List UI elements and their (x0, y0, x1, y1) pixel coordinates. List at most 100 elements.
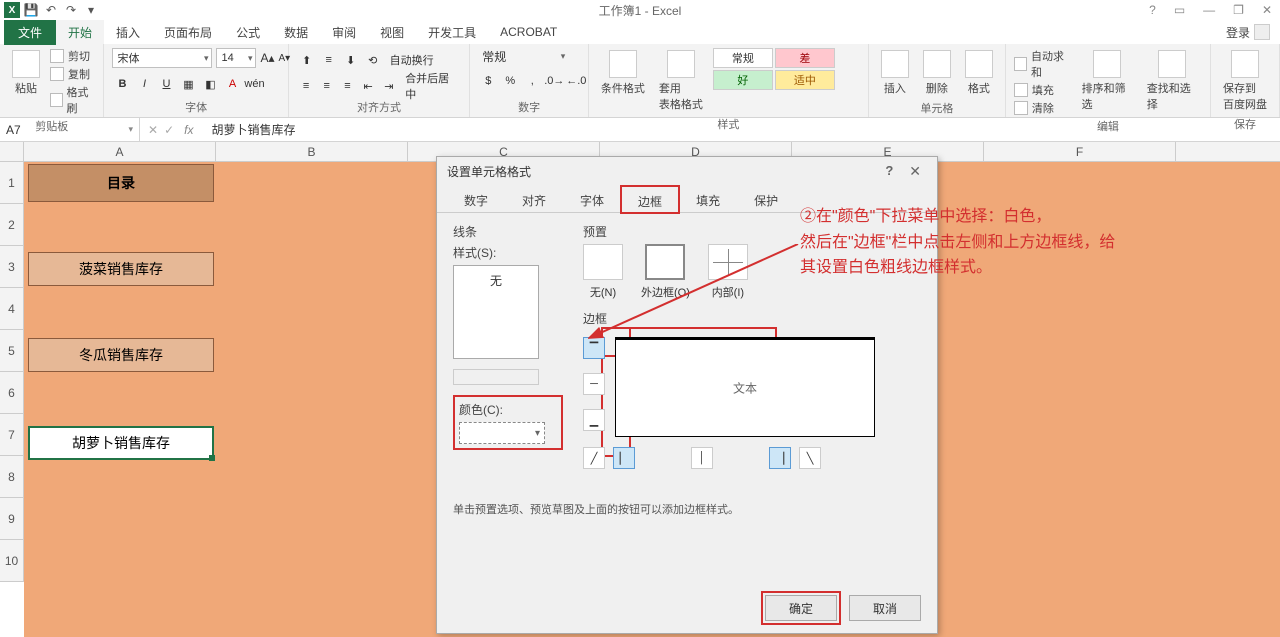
col-header-B[interactable]: B (216, 142, 408, 161)
indent-dec-icon[interactable]: ⇤ (359, 76, 378, 96)
align-right-icon[interactable]: ≡ (338, 76, 357, 96)
delete-cells-button[interactable]: 删除 (919, 48, 955, 98)
enter-formula-icon[interactable]: ✓ (164, 123, 174, 137)
login-link[interactable]: 登录 (1226, 24, 1270, 41)
row-header-2[interactable]: 2 (0, 204, 24, 246)
line-style-listbox[interactable]: 无 (453, 265, 539, 359)
bold-button[interactable]: B (112, 74, 132, 94)
wrap-text-button[interactable]: 自动换行 (385, 50, 439, 70)
underline-button[interactable]: U (156, 74, 176, 94)
number-format-combo[interactable]: 常规 (478, 48, 568, 65)
ok-button[interactable]: 确定 (765, 595, 837, 621)
orientation-icon[interactable]: ⟲ (363, 50, 383, 70)
dialog-help-icon[interactable]: ? (885, 163, 893, 180)
dlg-tab-font[interactable]: 字体 (563, 185, 621, 212)
indent-inc-icon[interactable]: ⇥ (379, 76, 398, 96)
font-color-button[interactable]: A (222, 74, 242, 94)
dec-decimal-icon[interactable]: ←.0 (566, 71, 586, 91)
conditional-format-button[interactable]: 条件格式 (597, 48, 649, 98)
comma-icon[interactable]: , (522, 71, 542, 91)
format-painter-button[interactable]: 格式刷 (50, 84, 95, 116)
cell-A3[interactable]: 菠菜销售库存 (28, 252, 214, 286)
dlg-tab-protection[interactable]: 保护 (737, 185, 795, 212)
cell-style-neutral[interactable]: 适中 (775, 70, 835, 90)
formula-input[interactable]: 胡萝卜销售库存 (205, 121, 1280, 138)
tab-insert[interactable]: 插入 (104, 20, 152, 45)
preset-none-button[interactable]: 无(N) (583, 244, 623, 300)
border-color-combo[interactable] (459, 422, 545, 444)
dialog-close-icon[interactable]: ✕ (903, 163, 927, 180)
ribbon-options-icon[interactable]: ▭ (1170, 3, 1189, 17)
row-header-10[interactable]: 10 (0, 540, 24, 582)
border-right-button[interactable]: ▕ (769, 447, 791, 469)
border-hmid-button[interactable]: ─ (583, 373, 605, 395)
tab-home[interactable]: 开始 (56, 20, 104, 45)
row-header-5[interactable]: 5 (0, 330, 24, 372)
align-bottom-icon[interactable]: ⬇ (341, 50, 361, 70)
fx-icon[interactable]: fx (180, 123, 197, 137)
row-header-8[interactable]: 8 (0, 456, 24, 498)
fill-color-button[interactable]: ◧ (200, 74, 220, 94)
align-center-icon[interactable]: ≡ (317, 76, 336, 96)
tab-developer[interactable]: 开发工具 (416, 20, 488, 45)
cell-A1[interactable]: 目录 (28, 164, 214, 202)
tab-review[interactable]: 审阅 (320, 20, 368, 45)
cell-A7-selected[interactable]: 胡萝卜销售库存 (28, 426, 214, 460)
autosum-button[interactable]: 自动求和 (1014, 48, 1072, 80)
table-format-button[interactable]: 套用 表格格式 (655, 48, 707, 114)
percent-icon[interactable]: % (500, 71, 520, 91)
qat-dropdown-icon[interactable]: ▾ (82, 1, 100, 19)
align-left-icon[interactable]: ≡ (297, 76, 316, 96)
dlg-tab-alignment[interactable]: 对齐 (505, 185, 563, 212)
merge-center-button[interactable]: 合并后居中 (400, 76, 461, 96)
row-header-9[interactable]: 9 (0, 498, 24, 540)
row-header-1[interactable]: 1 (0, 162, 24, 204)
help-icon[interactable]: ? (1145, 3, 1160, 17)
row-header-7[interactable]: 7 (0, 414, 24, 456)
dlg-tab-fill[interactable]: 填充 (679, 185, 737, 212)
col-header-F[interactable]: F (984, 142, 1176, 161)
font-name-combo[interactable]: 宋体 (112, 48, 212, 68)
row-header-4[interactable]: 4 (0, 288, 24, 330)
border-diag-down-button[interactable]: ╲ (799, 447, 821, 469)
grow-font-icon[interactable]: A▴ (260, 51, 274, 65)
tab-formulas[interactable]: 公式 (224, 20, 272, 45)
format-cells-button[interactable]: 格式 (961, 48, 997, 98)
currency-icon[interactable]: $ (478, 71, 498, 91)
tab-data[interactable]: 数据 (272, 20, 320, 45)
border-top-button[interactable]: ▔ (583, 337, 605, 359)
minimize-icon[interactable]: — (1199, 3, 1219, 17)
paste-button[interactable]: 粘贴 (8, 48, 44, 98)
tab-acrobat[interactable]: ACROBAT (488, 21, 569, 43)
phonetic-button[interactable]: wén (244, 74, 264, 94)
row-header-3[interactable]: 3 (0, 246, 24, 288)
border-left-button[interactable]: ▏ (613, 447, 635, 469)
select-all-corner[interactable] (0, 142, 24, 161)
border-diag-up-button[interactable]: ╱ (583, 447, 605, 469)
align-middle-icon[interactable]: ≡ (319, 50, 339, 70)
row-header-6[interactable]: 6 (0, 372, 24, 414)
selection-handle[interactable] (209, 455, 215, 461)
cell-style-bad[interactable]: 差 (775, 48, 835, 68)
baidu-save-button[interactable]: 保存到 百度网盘 (1219, 48, 1271, 114)
cell-style-normal[interactable]: 常规 (713, 48, 773, 68)
copy-button[interactable]: 复制 (50, 66, 95, 82)
sort-filter-button[interactable]: 排序和筛选 (1078, 48, 1137, 114)
find-select-button[interactable]: 查找和选择 (1143, 48, 1202, 114)
tab-page-layout[interactable]: 页面布局 (152, 20, 224, 45)
preset-inside-button[interactable]: 内部(I) (708, 244, 748, 300)
dlg-tab-number[interactable]: 数字 (447, 185, 505, 212)
insert-cells-button[interactable]: 插入 (877, 48, 913, 98)
border-bottom-button[interactable]: ▁ (583, 409, 605, 431)
cancel-formula-icon[interactable]: ✕ (148, 123, 158, 137)
align-top-icon[interactable]: ⬆ (297, 50, 317, 70)
undo-icon[interactable]: ↶ (42, 1, 60, 19)
redo-icon[interactable]: ↷ (62, 1, 80, 19)
font-size-combo[interactable]: 14 (216, 48, 256, 68)
fill-button[interactable]: 填充 (1014, 82, 1072, 98)
border-vmid-button[interactable]: │ (691, 447, 713, 469)
save-icon[interactable]: 💾 (22, 1, 40, 19)
tab-view[interactable]: 视图 (368, 20, 416, 45)
cut-button[interactable]: 剪切 (50, 48, 95, 64)
col-header-A[interactable]: A (24, 142, 216, 161)
